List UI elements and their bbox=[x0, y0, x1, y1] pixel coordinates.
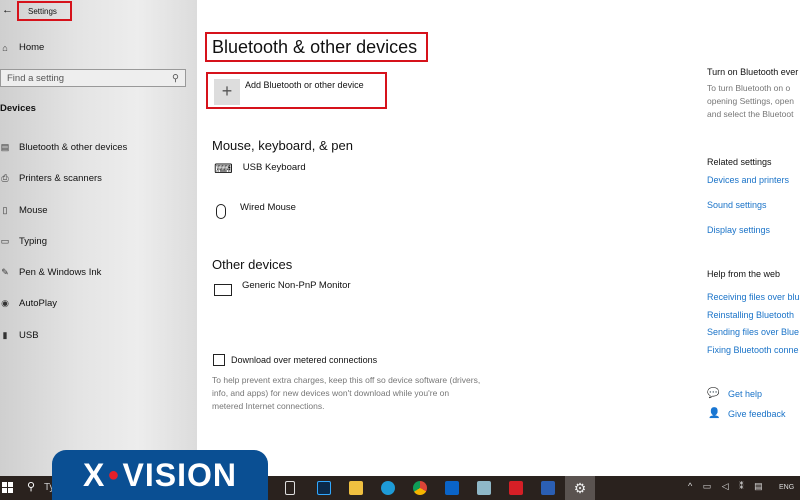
sidebar-item-label: USB bbox=[19, 330, 39, 341]
logo-dot: ● bbox=[107, 463, 121, 486]
taskbar-search-icon[interactable]: ⚲ bbox=[27, 480, 35, 493]
sidebar-item-label: Typing bbox=[19, 236, 47, 247]
help-link[interactable]: Reinstalling Bluetooth bbox=[707, 310, 794, 320]
language-indicator[interactable]: ENG bbox=[779, 484, 794, 491]
page-title: Bluetooth & other devices bbox=[205, 32, 428, 62]
sidebar-section-title: Devices bbox=[0, 103, 36, 114]
settings-taskbar-button[interactable]: ⚙ bbox=[565, 476, 595, 500]
task-view-icon[interactable] bbox=[285, 481, 295, 495]
link-devices-printers[interactable]: Devices and printers bbox=[707, 175, 789, 185]
sidebar-item-printers[interactable]: ⎙ Printers & scanners bbox=[0, 173, 102, 184]
related-title: Related settings bbox=[707, 157, 772, 167]
mouse-icon: ▯ bbox=[2, 205, 8, 215]
word-icon[interactable] bbox=[541, 481, 555, 495]
add-device-label: Add Bluetooth or other device bbox=[245, 80, 364, 90]
metered-label: Download over metered connections bbox=[231, 355, 378, 365]
start-button[interactable] bbox=[2, 482, 13, 493]
sidebar-item-home[interactable]: ⌂ Home bbox=[0, 42, 44, 53]
notes-icon[interactable] bbox=[477, 481, 491, 495]
desc-line: info, and apps) for new devices won't do… bbox=[212, 388, 450, 398]
desc-line: and select the Bluetoot bbox=[707, 109, 794, 119]
keyboard-icon: ▭ bbox=[0, 236, 10, 246]
sidebar-item-typing[interactable]: ▭ Typing bbox=[0, 236, 47, 247]
sidebar-item-label: Printers & scanners bbox=[19, 173, 102, 184]
sidebar-item-usb[interactable]: ▮ USB bbox=[0, 330, 39, 341]
bluetooth-devices-icon: ▤ bbox=[0, 142, 10, 152]
turn-on-title: Turn on Bluetooth ever bbox=[707, 67, 799, 77]
edge-icon[interactable] bbox=[381, 481, 395, 495]
metered-checkbox[interactable] bbox=[213, 354, 225, 366]
device-label: USB Keyboard bbox=[242, 161, 306, 173]
get-help-icon: 💬 bbox=[707, 388, 720, 399]
monitor-icon bbox=[214, 284, 232, 296]
help-link[interactable]: Fixing Bluetooth conne bbox=[707, 345, 799, 355]
get-help-link[interactable]: Get help bbox=[728, 389, 762, 399]
acrobat-icon[interactable] bbox=[509, 481, 523, 495]
home-label: Home bbox=[19, 42, 45, 53]
feedback-icon: 👤 bbox=[708, 408, 721, 419]
help-link[interactable]: Receiving files over blu bbox=[707, 292, 800, 302]
device-usb-keyboard[interactable]: ⌨ USB Keyboard bbox=[214, 161, 306, 177]
printer-icon: ⎙ bbox=[1, 173, 9, 183]
pen-icon: ✎ bbox=[1, 267, 9, 277]
desc-line: To help prevent extra charges, keep this… bbox=[212, 375, 481, 385]
sidebar-item-label: Bluetooth & other devices bbox=[19, 142, 128, 153]
desc-line: metered Internet connections. bbox=[212, 401, 325, 411]
device-label: Wired Mouse bbox=[240, 202, 296, 213]
logo-vision: VISION bbox=[122, 456, 237, 493]
sidebar-item-label: Mouse bbox=[19, 205, 48, 216]
plus-icon: + bbox=[214, 79, 240, 105]
home-icon: ⌂ bbox=[2, 42, 8, 53]
usb-icon: ▮ bbox=[2, 330, 8, 340]
xvision-logo: X ● VISION bbox=[52, 450, 268, 500]
help-title: Help from the web bbox=[707, 269, 781, 279]
sidebar-item-label: Pen & Windows Ink bbox=[19, 267, 102, 278]
sidebar-item-pen[interactable]: ✎ Pen & Windows Ink bbox=[0, 267, 101, 278]
sidebar-item-label: AutoPlay bbox=[19, 298, 58, 309]
help-link[interactable]: Sending files over Blue bbox=[707, 327, 799, 337]
sidebar-item-autoplay[interactable]: ◉ AutoPlay bbox=[0, 298, 57, 309]
device-label: Generic Non-PnP Monitor bbox=[242, 279, 351, 291]
autoplay-icon: ◉ bbox=[1, 298, 9, 308]
mouse-icon bbox=[216, 204, 226, 219]
right-panel: Turn on Bluetooth ever To turn Bluetooth… bbox=[707, 67, 800, 387]
other-section-title: Other devices bbox=[212, 257, 293, 272]
metered-description: To help prevent extra charges, keep this… bbox=[212, 374, 480, 413]
search-placeholder: Find a setting bbox=[7, 72, 65, 84]
link-display-settings[interactable]: Display settings bbox=[707, 225, 770, 235]
link-sound-settings[interactable]: Sound settings bbox=[707, 200, 767, 210]
mouse-section-title: Mouse, keyboard, & pen bbox=[212, 138, 353, 153]
search-input[interactable]: Find a setting ⚲ bbox=[0, 69, 186, 87]
keyboard-icon: ⌨ bbox=[214, 161, 233, 176]
desc-line: opening Settings, open bbox=[707, 96, 794, 106]
back-icon[interactable]: ← bbox=[2, 4, 13, 16]
logo-x: X bbox=[83, 456, 106, 493]
turn-on-desc: To turn Bluetooth on o opening Settings,… bbox=[707, 82, 800, 121]
device-wired-mouse[interactable]: Wired Mouse bbox=[216, 200, 296, 219]
outlook-icon[interactable] bbox=[445, 481, 459, 495]
sidebar-item-bluetooth[interactable]: ▤ Bluetooth & other devices bbox=[0, 142, 128, 153]
file-explorer-icon[interactable] bbox=[349, 481, 363, 495]
sidebar-item-mouse[interactable]: ▯ Mouse bbox=[0, 205, 48, 216]
device-monitor[interactable]: Generic Non-PnP Monitor bbox=[214, 279, 351, 296]
add-device-button[interactable]: + Add Bluetooth or other device bbox=[206, 72, 387, 109]
photoshop-icon[interactable] bbox=[317, 481, 331, 495]
desc-line: To turn Bluetooth on o bbox=[707, 83, 791, 93]
chrome-icon[interactable] bbox=[413, 481, 427, 495]
system-tray-icons[interactable]: ^ ▭ ◁ ⁑ ▤ bbox=[688, 481, 767, 492]
window-title: Settings bbox=[17, 1, 72, 21]
give-feedback-link[interactable]: Give feedback bbox=[728, 409, 786, 419]
search-icon: ⚲ bbox=[172, 72, 179, 84]
